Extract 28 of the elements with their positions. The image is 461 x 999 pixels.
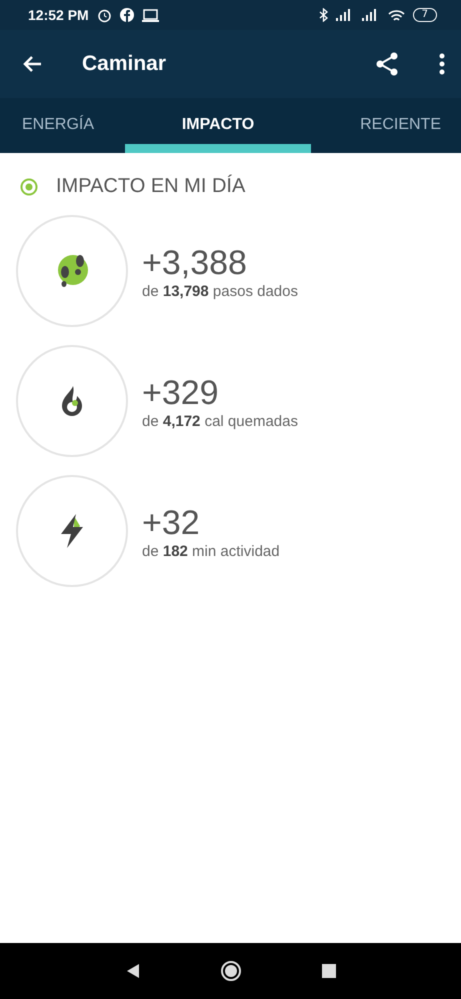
battery-level: 7: [412, 8, 437, 22]
home-icon[interactable]: [220, 960, 242, 982]
target-icon: [20, 178, 38, 196]
status-time: 12:52 PM: [28, 7, 89, 23]
metric-detail: de 182 min actividad: [142, 542, 280, 560]
screen-title: Caminar: [82, 52, 168, 76]
metric-value: +329: [142, 372, 220, 412]
bluetooth-icon: [318, 8, 328, 22]
facebook-icon: [120, 8, 134, 22]
flame-icon: [59, 384, 85, 418]
metric-detail: de 4,172 cal quemadas: [142, 412, 298, 430]
tab[interactable]: ENERGÍA: [0, 98, 125, 153]
metric-value: +3,388: [142, 242, 248, 282]
tab[interactable]: IMPACTO: [125, 98, 311, 153]
more-options-icon[interactable]: [439, 53, 445, 75]
metric-detail: de 13,798 pasos dados: [142, 282, 298, 300]
share-icon[interactable]: [375, 52, 399, 76]
tab[interactable]: RECIENTE: [311, 98, 461, 153]
laptop-icon: [142, 8, 159, 22]
footprints-icon: [55, 252, 89, 290]
wifi-icon: [388, 8, 405, 22]
recents-icon[interactable]: [322, 964, 336, 978]
metric-value: +32: [142, 502, 201, 542]
section-title: IMPACTO EN MI DÍA: [56, 175, 246, 198]
alarm-icon: [96, 8, 112, 22]
lightning-icon: [58, 512, 86, 550]
back-icon[interactable]: [126, 963, 140, 979]
back-arrow-icon[interactable]: [22, 55, 42, 73]
